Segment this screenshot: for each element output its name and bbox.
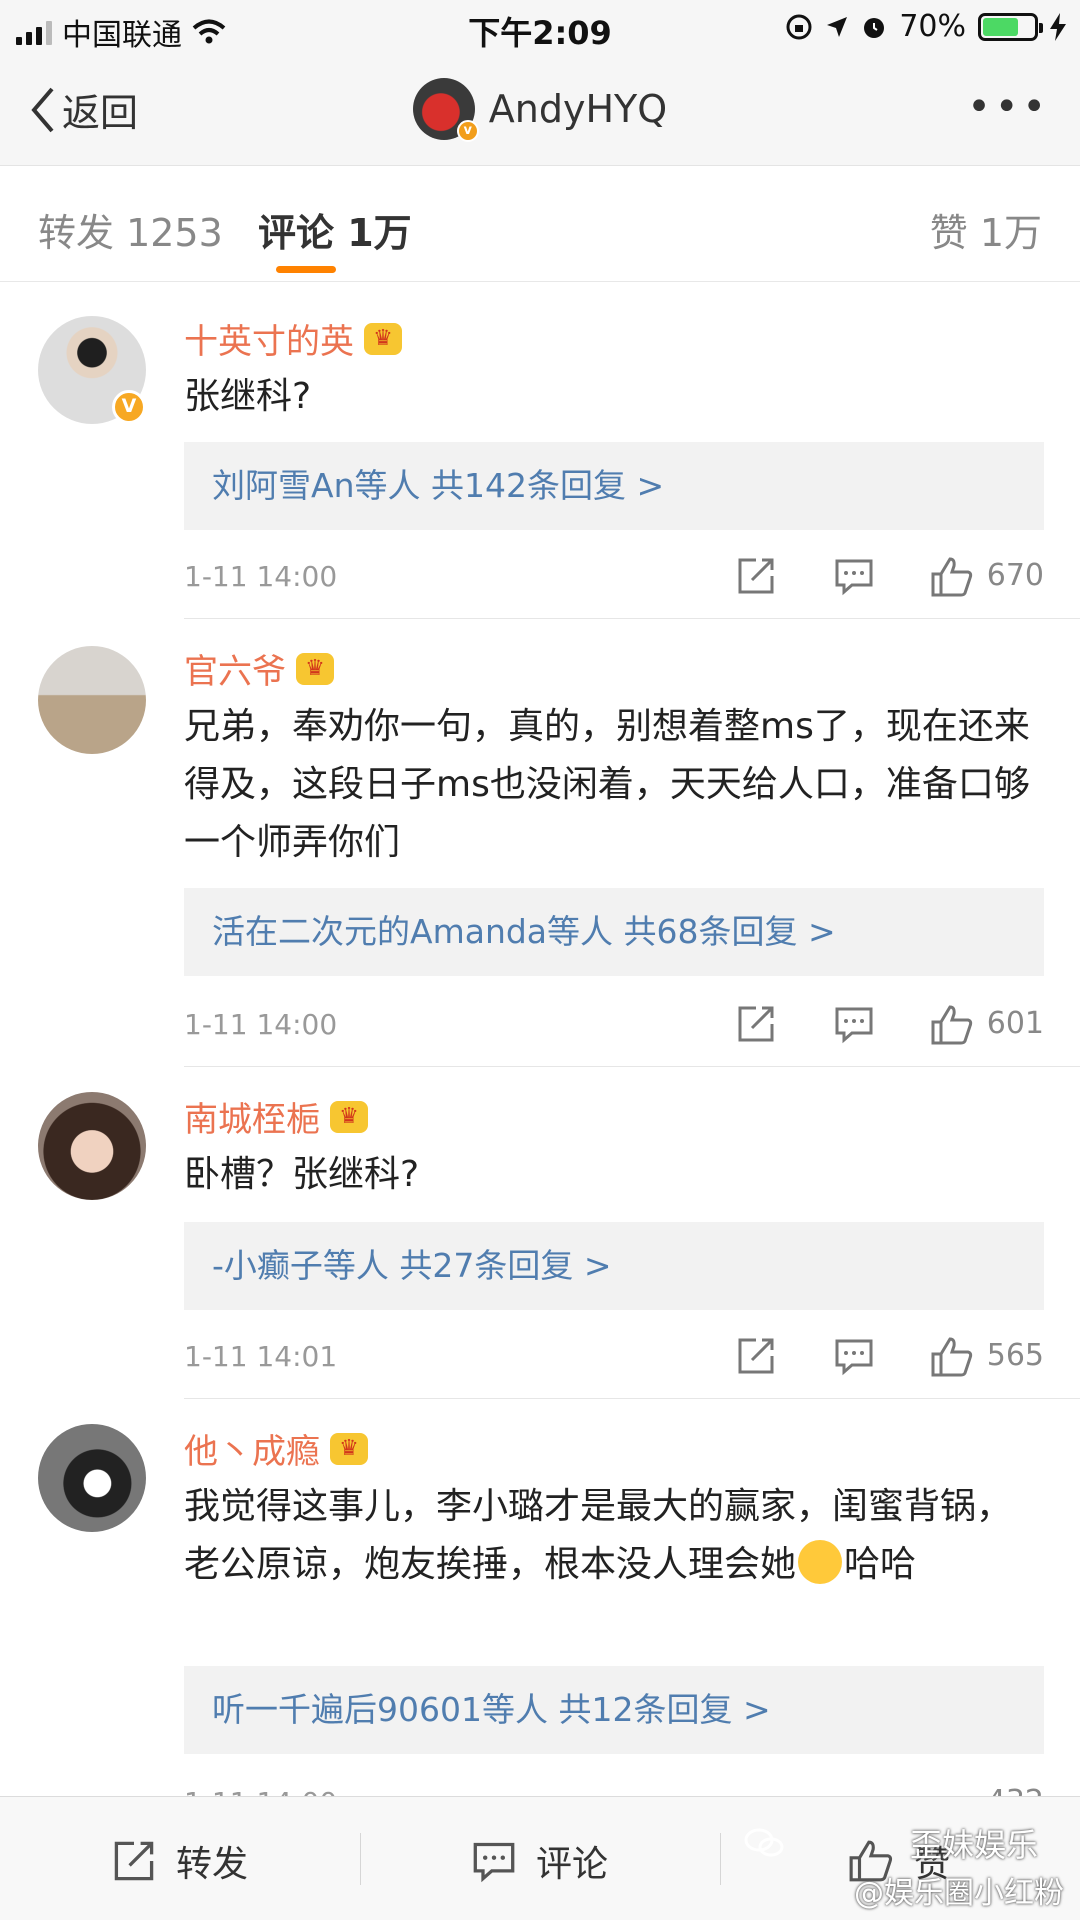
status-bar: 中国联通 下午2:09 70%	[0, 0, 1080, 54]
comment-username[interactable]: 他丶成瘾 ♛	[184, 1424, 368, 1473]
wechat-logo-icon	[744, 1828, 784, 1857]
crown-icon: ♛	[330, 1100, 368, 1133]
watermark: @娱乐圈小红粉	[854, 1876, 1064, 1911]
divider	[184, 618, 1080, 619]
like-count: 601	[986, 1006, 1044, 1041]
like-icon[interactable]	[930, 1004, 974, 1046]
laugh-emoji-icon	[798, 1540, 843, 1584]
comment-meta: 1-11 14:01 565	[184, 1332, 1044, 1382]
nav-title[interactable]: v AndyHYQ	[0, 78, 1080, 142]
comment-text: 张继科?	[184, 376, 312, 417]
battery-icon	[978, 12, 1043, 41]
tab-bar: 转发 1253 评论 1万 赞 1万	[0, 166, 1080, 282]
comment-text-part: 哈哈	[844, 1544, 917, 1585]
like-icon[interactable]	[930, 1336, 974, 1378]
replies-link[interactable]: 听一千遍后90601等人 共12条回复 >	[184, 1666, 1044, 1754]
charging-icon	[1050, 12, 1066, 41]
like-count: 565	[986, 1338, 1044, 1373]
comment-text: 兄弟，奉劝你一句，真的，别想着整ms了，现在还来得及，这段日子ms也没闲着，天天…	[184, 706, 1030, 863]
comment-username-text: 十英寸的英	[184, 322, 354, 362]
comment-icon[interactable]	[834, 556, 874, 596]
comment-time: 1-11 14:00	[184, 1008, 338, 1041]
comment-username[interactable]: 南城桎梔 ♛	[184, 1092, 368, 1141]
comment-time: 1-11 14:00	[184, 560, 338, 593]
crown-icon: ♛	[330, 1432, 368, 1465]
divider	[184, 1398, 1080, 1399]
share-icon[interactable]	[736, 1004, 776, 1044]
more-icon[interactable]: •••	[967, 84, 1050, 130]
comment-username-text: 官六爷	[184, 652, 286, 692]
tab-repost[interactable]: 转发 1253	[38, 202, 223, 257]
comment-username-text: 南城桎梔	[184, 1100, 320, 1140]
alarm-icon	[864, 17, 885, 38]
tab-active-indicator	[276, 266, 336, 273]
verified-badge-icon: V	[112, 390, 146, 424]
comment-time: 1-11 14:01	[184, 1340, 338, 1373]
battery-percent: 70%	[899, 9, 966, 44]
like-icon[interactable]	[930, 556, 974, 598]
nav-username[interactable]: AndyHYQ	[489, 87, 667, 131]
comment-icon[interactable]	[834, 1004, 874, 1044]
rotation-lock-icon	[786, 14, 812, 39]
repost-button[interactable]: 转发	[112, 1835, 248, 1887]
comment-text: 卧槽？张继科?	[184, 1154, 420, 1195]
watermark: 歪妹娱乐	[909, 1826, 1038, 1864]
replies-link[interactable]: 刘阿雪An等人 共142条回复 >	[184, 442, 1044, 530]
like-count: 670	[986, 558, 1044, 593]
replies-link[interactable]: -小癫子等人 共27条回复 >	[184, 1222, 1044, 1310]
avatar[interactable]	[38, 1424, 146, 1532]
comment-text: 我觉得这事儿，李小璐才是最大的赢家，闺蜜背锅，老公原谅，炮友挨捶，根本没人理会她…	[184, 1478, 1044, 1594]
comment-icon	[473, 1842, 515, 1883]
status-right: 70%	[785, 9, 1066, 44]
comment-label: 评论	[536, 1844, 609, 1885]
divider	[720, 1833, 721, 1885]
comment-username[interactable]: 十英寸的英 ♛	[184, 314, 402, 363]
comment-meta: 1-11 14:00 670	[184, 552, 1044, 602]
repost-label: 转发	[176, 1844, 249, 1885]
divider	[184, 1066, 1080, 1067]
divider	[360, 1833, 361, 1885]
comment-button[interactable]: 评论	[472, 1835, 608, 1887]
tab-likes[interactable]: 赞 1万	[930, 202, 1042, 257]
avatar[interactable]	[38, 646, 146, 754]
location-icon	[827, 16, 848, 37]
tab-comments[interactable]: 评论 1万	[258, 202, 412, 257]
share-icon[interactable]	[736, 556, 776, 596]
share-icon	[114, 1841, 154, 1881]
crown-icon: ♛	[296, 652, 334, 685]
verified-badge-icon: v	[456, 120, 479, 142]
avatar[interactable]: v	[412, 78, 479, 142]
crown-icon: ♛	[364, 322, 402, 355]
comment-username-text: 他丶成瘾	[184, 1432, 320, 1472]
avatar[interactable]	[38, 1092, 146, 1200]
comment-icon[interactable]	[834, 1336, 874, 1376]
nav-bar: 返回 v AndyHYQ •••	[0, 54, 1080, 166]
comment-username[interactable]: 官六爷 ♛	[184, 644, 334, 693]
replies-link[interactable]: 活在二次元的Amanda等人 共68条回复 >	[184, 888, 1044, 976]
comment-meta: 1-11 14:00 601	[184, 1000, 1044, 1050]
share-icon[interactable]	[736, 1336, 776, 1376]
